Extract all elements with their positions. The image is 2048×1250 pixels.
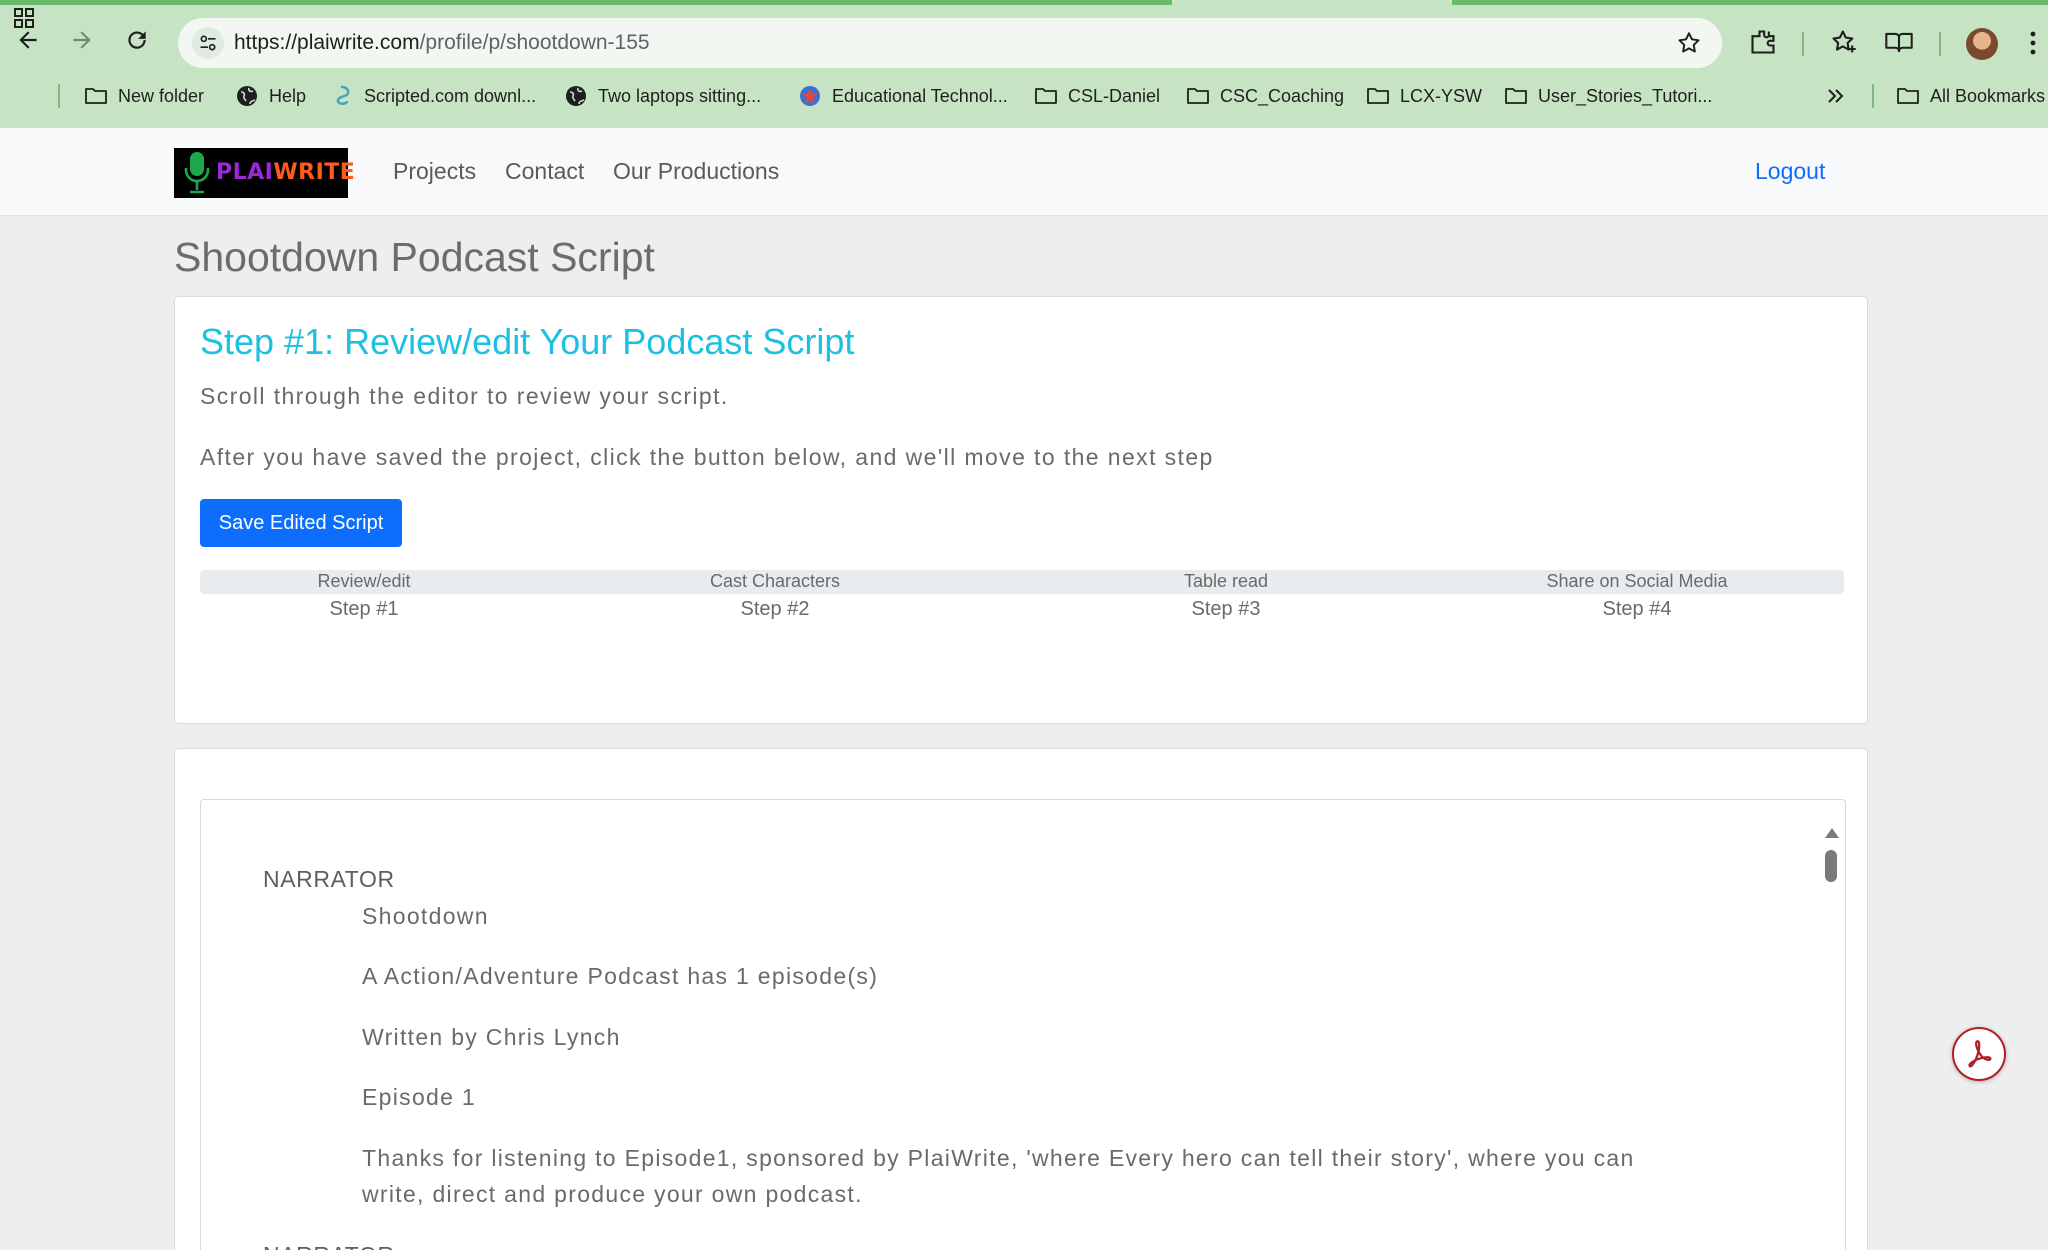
- browser-toolbar: https://plaiwrite.com/profile/p/shootdow…: [0, 5, 2048, 75]
- globe-icon: [566, 86, 586, 106]
- logout-link[interactable]: Logout: [1755, 158, 1825, 185]
- bookmark-label: User_Stories_Tutori...: [1538, 85, 1713, 106]
- nav-link-our-productions[interactable]: Our Productions: [613, 158, 779, 185]
- bookmark-star-icon[interactable]: [1676, 30, 1702, 56]
- bookmark-label: Scripted.com downl...: [364, 85, 537, 106]
- bookmark-csc-coaching[interactable]: CSC_Coaching: [1186, 78, 1344, 114]
- progress-step-label: Review/edit: [317, 571, 411, 591]
- progress-step-label: Table read: [1183, 571, 1269, 591]
- nav-link-contact[interactable]: Contact: [505, 158, 584, 185]
- url-path: /profile/p/shootdown-155: [419, 31, 650, 54]
- adobe-pdf-icon[interactable]: [1952, 1027, 2006, 1081]
- progress-step-number: Step #2: [740, 598, 810, 620]
- bookmark-label: New folder: [118, 85, 205, 106]
- bookmark-label: Educational Technol...: [832, 85, 1008, 106]
- folder-icon: [1897, 88, 1919, 104]
- step-card: Step #1: Review/edit Your Podcast Script…: [174, 296, 1868, 724]
- brand-part2: WRITE: [273, 160, 356, 185]
- script-line[interactable]: Shootdown: [362, 898, 1642, 934]
- bookmark-label: CSL-Daniel: [1068, 85, 1161, 106]
- brand-part1: PLAI: [216, 160, 274, 185]
- favorites-icon[interactable]: [1829, 27, 1859, 57]
- bookmarks-divider: [1872, 84, 1874, 108]
- progress-step-number: Step #3: [1191, 598, 1261, 620]
- address-bar[interactable]: https://plaiwrite.com/profile/p/shootdow…: [178, 18, 1722, 68]
- save-edited-script-button[interactable]: Save Edited Script: [200, 499, 402, 547]
- page-title: Shootdown Podcast Script: [174, 234, 655, 280]
- instruction-text: Scroll through the editor to review your…: [200, 383, 729, 409]
- editor-card: NARRATOR Shootdown A Action/Adventure Po…: [174, 748, 1868, 1250]
- bookmark-label: CSC_Coaching: [1220, 85, 1345, 106]
- folder-icon: [1367, 88, 1389, 104]
- forward-button[interactable]: [64, 22, 100, 58]
- reading-mode-icon[interactable]: [1884, 27, 1914, 57]
- url-host: https://plaiwrite.com: [234, 31, 420, 54]
- toolbar-divider: [1939, 32, 1941, 56]
- instruction-text: After you have saved the project, click …: [200, 444, 1214, 470]
- progress-step-number: Step #4: [1602, 598, 1672, 620]
- folder-icon: [1505, 88, 1527, 104]
- toolbar-divider: [1802, 32, 1804, 56]
- script-line[interactable]: Written by Chris Lynch: [362, 1019, 1642, 1055]
- reload-icon: [128, 31, 146, 49]
- folder-icon: [1187, 88, 1209, 104]
- scroll-up-arrow-icon[interactable]: [1825, 828, 1839, 838]
- bookmark-two-laptops[interactable]: Two laptops sitting...: [564, 78, 761, 114]
- progress-step-label: Cast Characters: [709, 571, 841, 591]
- profile-avatar[interactable]: [1966, 28, 1998, 60]
- bookmark-label: Help: [269, 85, 307, 106]
- menu-kebab-icon[interactable]: [2030, 31, 2036, 55]
- bookmark-user-stories[interactable]: User_Stories_Tutori...: [1504, 78, 1712, 114]
- apps-grid-icon[interactable]: [12, 0, 36, 36]
- url-text: https://plaiwrite.com/profile/p/shootdow…: [234, 31, 650, 55]
- extensions-icon[interactable]: [1748, 27, 1778, 57]
- bookmark-new-folder[interactable]: New folder: [84, 78, 204, 114]
- script-line[interactable]: Thanks for listening to Episode1, sponso…: [362, 1140, 1642, 1212]
- globe-icon: [237, 86, 257, 106]
- reload-button[interactable]: [119, 22, 155, 58]
- bookmark-label: Two laptops sitting...: [598, 85, 762, 106]
- site-navbar: PLAIWRITE Projects Contact Our Productio…: [0, 128, 2048, 216]
- speaker-name: NARRATOR: [263, 1242, 395, 1250]
- bookmark-help[interactable]: Help: [235, 78, 306, 114]
- folder-icon: [85, 88, 107, 104]
- speaker-name: NARRATOR: [263, 866, 395, 892]
- bookmark-label: LCX-YSW: [1400, 85, 1483, 106]
- scripted-icon: [336, 85, 350, 105]
- bookmark-all-bookmarks[interactable]: All Bookmarks: [1896, 78, 2045, 114]
- brand-text: PLAIWRITE: [216, 160, 355, 185]
- edtech-icon: [800, 86, 820, 106]
- bookmark-scripted[interactable]: Scripted.com downl...: [330, 78, 536, 114]
- more-bookmarks-chevron-icon[interactable]: [1824, 78, 1848, 114]
- script-editor[interactable]: NARRATOR Shootdown A Action/Adventure Po…: [200, 799, 1846, 1250]
- bookmark-csl-daniel[interactable]: CSL-Daniel: [1034, 78, 1160, 114]
- plaiwrite-logo[interactable]: PLAIWRITE: [174, 148, 355, 198]
- progress-step-label: Share on Social Media: [1546, 571, 1728, 591]
- script-line[interactable]: A Action/Adventure Podcast has 1 episode…: [362, 958, 1642, 994]
- editor-scrollbar[interactable]: [1823, 828, 1839, 1250]
- browser-chrome: https://plaiwrite.com/profile/p/shootdow…: [0, 0, 2048, 128]
- site-info-icon[interactable]: [192, 27, 224, 59]
- step-heading: Step #1: Review/edit Your Podcast Script: [200, 321, 855, 362]
- bookmark-label: All Bookmarks: [1930, 85, 2046, 106]
- script-line[interactable]: Episode 1: [362, 1079, 1642, 1115]
- bookmark-lcx-ysw[interactable]: LCX-YSW: [1366, 78, 1482, 114]
- nav-link-projects[interactable]: Projects: [393, 158, 476, 185]
- progress-step-number: Step #1: [329, 598, 399, 620]
- bookmarks-divider: [58, 84, 60, 108]
- folder-icon: [1035, 88, 1057, 104]
- forward-arrow-icon: [73, 31, 91, 49]
- bookmark-educational-technology[interactable]: Educational Technol...: [798, 78, 1008, 114]
- microphone-icon: [184, 152, 210, 194]
- scrollbar-thumb[interactable]: [1825, 850, 1837, 882]
